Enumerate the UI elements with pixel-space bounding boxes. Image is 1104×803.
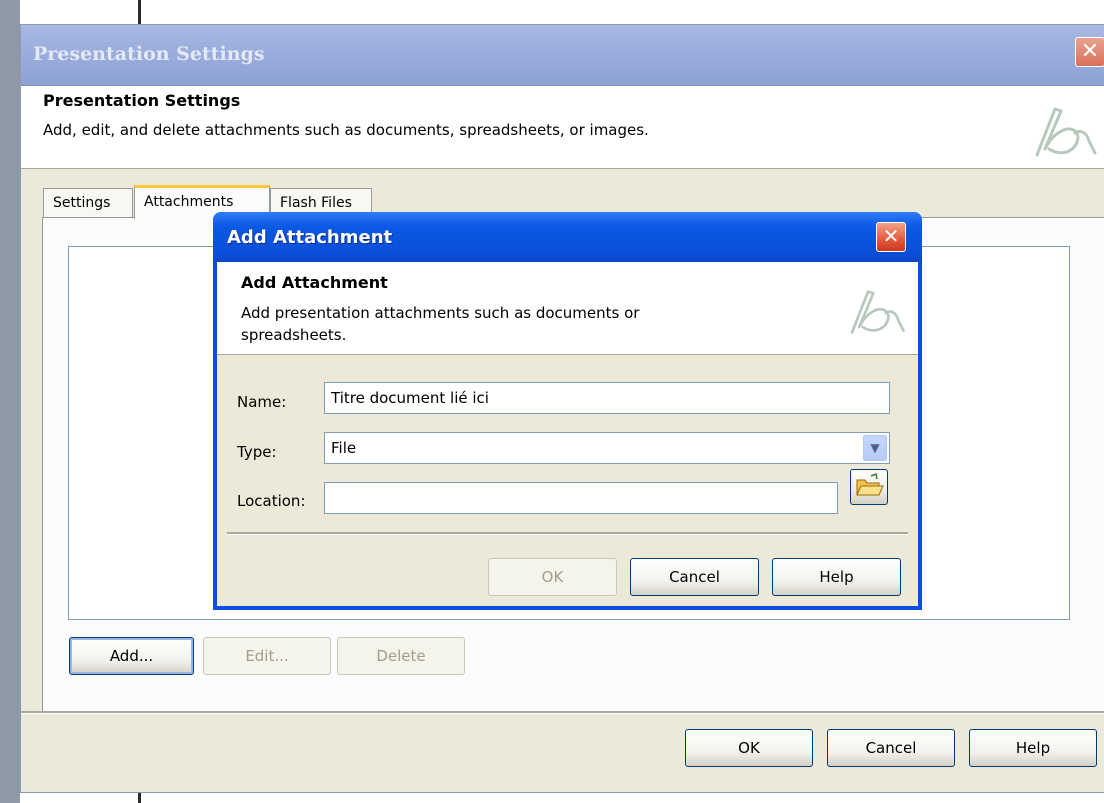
- header-description: Add, edit, and delete attachments such a…: [43, 121, 649, 139]
- location-field[interactable]: [324, 482, 838, 514]
- dialog-title: Add Attachment: [227, 227, 393, 248]
- logo-icon: [1035, 107, 1097, 157]
- window-title: Presentation Settings: [33, 43, 265, 65]
- location-label: Location:: [237, 492, 306, 510]
- folder-open-icon: [856, 472, 884, 496]
- ok-button[interactable]: OK: [685, 729, 813, 767]
- add-button[interactable]: Add...: [69, 637, 194, 675]
- title-bar[interactable]: Presentation Settings ✕: [21, 25, 1104, 86]
- dialog-ok-button[interactable]: OK: [488, 558, 617, 596]
- edit-button[interactable]: Edit...: [203, 637, 331, 675]
- add-attachment-dialog: Add Attachment ✕ Add Attachment Add pres…: [213, 212, 922, 610]
- type-label: Type:: [237, 443, 277, 461]
- dialog-body: Add Attachment Add presentation attachme…: [217, 262, 918, 606]
- cancel-button[interactable]: Cancel: [827, 729, 955, 767]
- logo-icon: [850, 290, 905, 334]
- name-field[interactable]: Titre document lié ici: [324, 382, 890, 414]
- background-window: [0, 0, 20, 803]
- delete-button[interactable]: Delete: [337, 637, 465, 675]
- dialog-cancel-button[interactable]: Cancel: [630, 558, 759, 596]
- background-divider: [138, 0, 141, 24]
- help-button[interactable]: Help: [969, 729, 1097, 767]
- browse-button[interactable]: [850, 469, 888, 505]
- type-select-value: File: [331, 439, 357, 457]
- dialog-divider: [227, 532, 908, 535]
- close-icon[interactable]: ✕: [1075, 37, 1104, 67]
- dialog-header-description: Add presentation attachments such as doc…: [241, 304, 640, 344]
- type-select[interactable]: File ▼: [324, 432, 890, 464]
- dialog-header-title: Add Attachment: [241, 273, 388, 292]
- background-divider: [138, 792, 141, 803]
- header-title: Presentation Settings: [43, 91, 241, 110]
- close-icon[interactable]: ✕: [876, 222, 906, 252]
- dropdown-arrow-icon[interactable]: ▼: [863, 435, 887, 461]
- name-label: Name:: [237, 393, 287, 411]
- dialog-title-bar[interactable]: Add Attachment ✕: [213, 212, 922, 262]
- dialog-help-button[interactable]: Help: [772, 558, 901, 596]
- tab-settings[interactable]: Settings: [43, 188, 133, 218]
- background-area: [20, 0, 1104, 22]
- divider: [21, 711, 1104, 714]
